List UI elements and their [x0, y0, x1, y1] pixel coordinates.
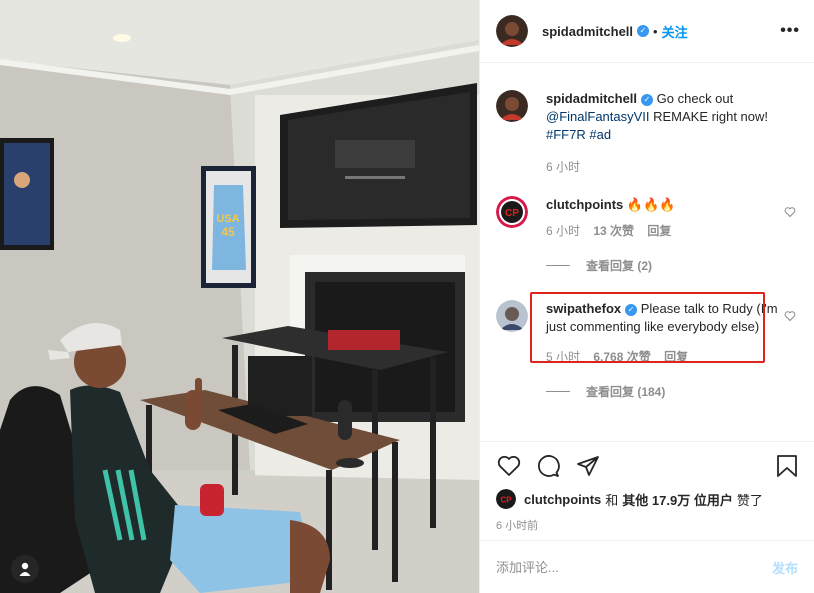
comment-item: swipathefox ✓ Please talk to Rudy (I'm ju… — [496, 300, 796, 400]
comment-username[interactable]: swipathefox — [546, 301, 621, 316]
verified-badge-icon: ✓ — [641, 93, 654, 106]
follow-button[interactable]: 关注 — [662, 22, 688, 41]
caption-text-after: REMAKE right now! — [649, 109, 769, 124]
comment-likes[interactable]: 6,768 次赞 — [593, 350, 650, 364]
like-comment-heart-icon[interactable] — [784, 206, 796, 218]
comments-list[interactable]: spidadmitchell ✓ Go check out @FinalFanta… — [480, 64, 814, 441]
post-actions: CP clutchpoints 和 其他 17.9万 位用户 赞了 6 小时前 … — [480, 441, 814, 593]
add-comment-bar: 发布 — [480, 540, 814, 593]
verified-badge-icon: ✓ — [625, 303, 638, 316]
comment-meta: 6 小时 13 次赞 回复 — [546, 222, 796, 239]
action-icons — [496, 454, 798, 480]
mention-link[interactable]: @FinalFantasyVII — [546, 109, 650, 124]
caption-username[interactable]: spidadmitchell — [546, 91, 637, 106]
view-replies-button[interactable]: 查看回复 (2) — [546, 257, 796, 274]
comment-text: clutchpoints 🔥🔥🔥 — [546, 196, 796, 214]
post-photo[interactable]: USA 45 — [0, 0, 479, 593]
commenter-avatar[interactable]: CP — [496, 196, 528, 228]
liker-avatar[interactable]: CP — [496, 489, 516, 509]
comment-time: 5 小时 — [546, 350, 581, 364]
comment-input[interactable] — [496, 560, 772, 575]
view-replies-label: 查看回复 (184) — [586, 385, 666, 399]
hashtag-link[interactable]: #FF7R — [546, 127, 586, 142]
like-heart-icon[interactable] — [496, 454, 522, 478]
reply-button[interactable]: 回复 — [664, 350, 688, 364]
comment-likes[interactable]: 13 次赞 — [593, 224, 634, 238]
post-header: spidadmitchell ✓ • 关注 ••• — [480, 0, 814, 63]
caption-time: 6 小时 — [546, 160, 581, 174]
post-comment-button[interactable]: 发布 — [772, 558, 798, 577]
caption-meta: 6 小时 — [546, 158, 796, 175]
comment-text: swipathefox ✓ Please talk to Rudy (I'm ju… — [546, 300, 796, 336]
likes-and: 和 — [605, 492, 619, 508]
svg-text:USA: USA — [216, 213, 239, 225]
author-avatar[interactable] — [496, 15, 528, 47]
comment-content: 🔥🔥🔥 — [626, 197, 676, 212]
share-paper-plane-icon[interactable] — [576, 454, 600, 478]
post-timestamp: 6 小时前 — [496, 520, 539, 532]
more-options-icon[interactable]: ••• — [780, 22, 800, 40]
caption-text-before: Go check out — [656, 91, 734, 106]
caption-text: spidadmitchell ✓ Go check out @FinalFanta… — [546, 90, 796, 144]
post-image: USA 45 — [0, 0, 479, 593]
separator-dot: • — [653, 23, 658, 39]
svg-text:CP: CP — [505, 208, 519, 219]
divider-line — [546, 265, 570, 266]
comment-item: CP clutchpoints 🔥🔥🔥 6 小时 13 次赞 回复 查看回复 (… — [496, 196, 796, 274]
svg-text:CP: CP — [500, 496, 512, 505]
comment-time: 6 小时 — [546, 224, 581, 238]
view-replies-label: 查看回复 (2) — [586, 259, 653, 273]
commenter-avatar[interactable] — [496, 300, 528, 332]
verified-badge-icon: ✓ — [637, 25, 650, 37]
likes-liked: 赞了 — [736, 492, 763, 508]
comment-username[interactable]: clutchpoints — [546, 197, 623, 212]
divider-line — [546, 391, 570, 392]
author-username[interactable]: spidadmitchell — [542, 24, 633, 39]
tagged-users-button[interactable] — [11, 555, 39, 583]
like-comment-heart-icon[interactable] — [784, 310, 796, 322]
caption-avatar[interactable] — [496, 90, 528, 122]
liker-username[interactable]: clutchpoints — [524, 492, 601, 507]
hashtag-link[interactable]: #ad — [589, 127, 611, 142]
svg-text:45: 45 — [221, 225, 235, 239]
likes-others[interactable]: 其他 17.9万 位用户 — [622, 490, 733, 509]
reply-button[interactable]: 回复 — [647, 224, 671, 238]
view-replies-button[interactable]: 查看回复 (184) — [546, 383, 796, 400]
likes-summary: CP clutchpoints 和 其他 17.9万 位用户 赞了 — [496, 489, 763, 509]
person-icon — [19, 562, 31, 576]
comment-bubble-icon[interactable] — [536, 454, 560, 478]
post-details-panel: spidadmitchell ✓ • 关注 ••• spidadmitchell… — [479, 0, 814, 593]
caption: spidadmitchell ✓ Go check out @FinalFanta… — [496, 90, 796, 175]
comment-meta: 5 小时 6,768 次赞 回复 — [546, 348, 796, 365]
save-bookmark-icon[interactable] — [776, 454, 798, 478]
